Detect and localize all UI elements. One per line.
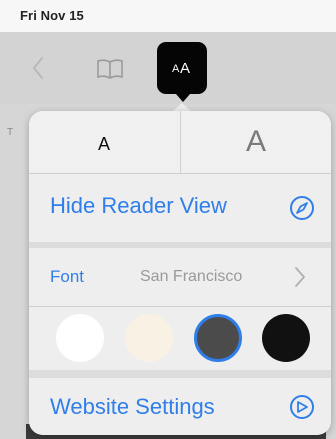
- settings-gauge-icon: [290, 395, 314, 419]
- large-a-label: A: [245, 125, 266, 158]
- chevron-right-icon: [295, 267, 305, 287]
- reader-view-popover: A A Hide Reader View Font San Francisco …: [29, 111, 331, 435]
- hide-reader-view-label: Hide Reader View: [50, 193, 227, 218]
- increase-text-size-button[interactable]: A: [181, 111, 331, 173]
- group-gap: [29, 370, 331, 378]
- chevron-left-icon[interactable]: [33, 57, 43, 79]
- font-selector-row[interactable]: Font San Francisco: [29, 248, 331, 306]
- hide-reader-view-button[interactable]: Hide Reader View: [29, 174, 331, 242]
- text-size-row: A A: [29, 111, 331, 173]
- aa-large-letter: A: [180, 60, 191, 77]
- status-time: Fri Nov 15: [20, 8, 84, 23]
- theme-gray-swatch-selected[interactable]: [194, 314, 242, 362]
- page-edge-letter: T: [7, 127, 14, 138]
- font-label: Font: [50, 267, 85, 286]
- aa-small-letter: A: [172, 63, 180, 75]
- website-settings-label: Website Settings: [50, 394, 215, 419]
- website-settings-button[interactable]: Website Settings: [29, 378, 331, 435]
- theme-picker-row: [29, 307, 331, 369]
- book-icon[interactable]: [96, 58, 124, 80]
- theme-white-swatch[interactable]: [56, 314, 104, 362]
- reader-text-settings-button[interactable]: A A: [157, 42, 207, 102]
- compass-icon: [290, 196, 314, 220]
- status-bar: Fri Nov 15: [0, 0, 336, 32]
- theme-sepia-swatch[interactable]: [125, 314, 173, 362]
- theme-black-swatch[interactable]: [262, 314, 310, 362]
- small-a-label: A: [97, 133, 110, 154]
- font-value: San Francisco: [140, 268, 243, 285]
- decrease-text-size-button[interactable]: A: [29, 111, 179, 175]
